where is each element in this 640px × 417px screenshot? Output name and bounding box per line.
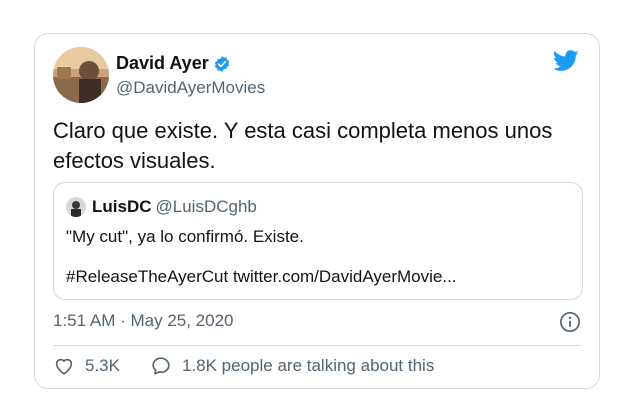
author-handle[interactable]: @DavidAyerMovies: [116, 78, 265, 98]
tweet-timestamp[interactable]: 1:51 AM · May 25, 2020: [53, 311, 234, 331]
speech-bubble-icon: [152, 357, 170, 375]
quoted-text-line: "My cut", ya lo confirmó. Existe.: [66, 227, 304, 246]
author-avatar[interactable]: [53, 47, 109, 103]
talking-count: 1.8K people are talking about this: [181, 356, 435, 375]
like-button[interactable]: 5.3K: [53, 355, 120, 377]
tweet-text: Claro que existe. Y esta casi completa m…: [53, 118, 553, 173]
verified-badge-icon: [214, 55, 229, 72]
conversation-button[interactable]: 1.8K people are talking about this: [150, 355, 434, 377]
quoted-author-handle[interactable]: @LuisDCghb: [156, 197, 257, 216]
quoted-author-name[interactable]: LuisDC: [92, 197, 152, 216]
twitter-bird-icon[interactable]: [553, 50, 579, 72]
author-name[interactable]: David Ayer: [116, 53, 209, 74]
divider: [53, 345, 581, 346]
quoted-tweet[interactable]: LuisDC @LuisDCghb "My cut", ya lo confirm…: [53, 182, 583, 300]
embedded-tweet-card[interactable]: David Ayer @DavidAyerMovies Claro que ex…: [34, 33, 600, 389]
like-count: 5.3K: [85, 356, 120, 375]
quoted-author-avatar[interactable]: [66, 197, 86, 217]
info-icon[interactable]: [559, 311, 581, 333]
heart-icon: [55, 358, 73, 375]
quoted-text-hashtag-link[interactable]: #ReleaseTheAyerCut twitter.com/DavidAyer…: [66, 267, 457, 287]
